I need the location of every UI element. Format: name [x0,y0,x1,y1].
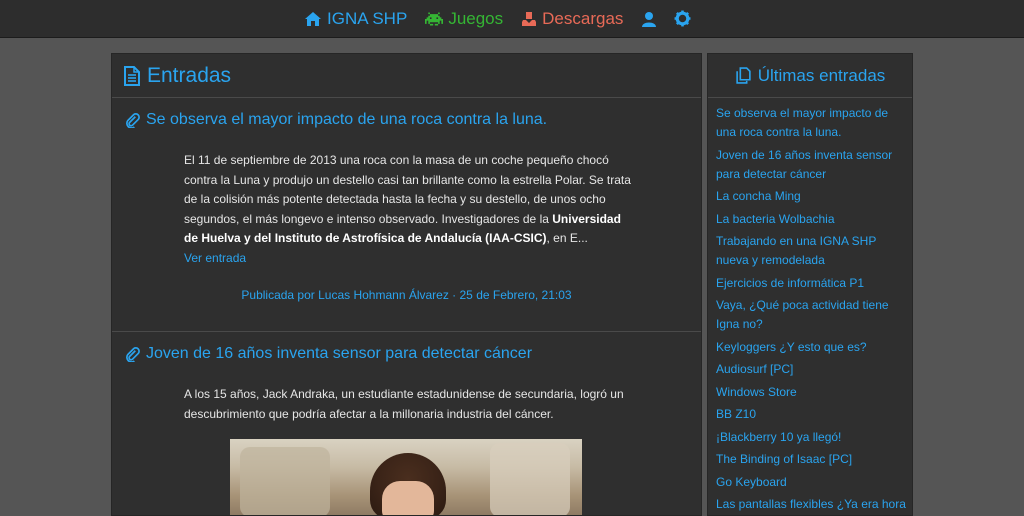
copy-documents-icon [736,67,751,84]
list-item[interactable]: Se observa el mayor impacto de una roca … [716,104,906,142]
paperclip-icon [126,346,140,362]
entries-header: Entradas [112,54,701,98]
download-tray-icon [522,11,537,26]
list-item[interactable]: Joven de 16 años inventa sensor para det… [716,146,906,184]
list-item[interactable]: The Binding of Isaac [PC] [716,450,906,469]
list-item[interactable]: ¡Blackberry 10 ya llegó! [716,428,906,447]
nav-downloads-link[interactable]: Descargas [521,9,623,29]
read-more-link[interactable]: Ver entrada [184,251,246,265]
post-excerpt-tail: , en E... [546,231,588,245]
post-meta[interactable]: Publicada por Lucas Hohmann Álvarez · 25… [112,288,701,302]
gear-icon [674,10,691,27]
list-item[interactable]: Ejercicios de informática P1 [716,274,906,293]
list-item[interactable]: Las pantallas flexibles ¿Ya era hora [716,495,906,514]
nav-downloads-label: Descargas [542,8,624,28]
nav-home-label: IGNA SHP [327,8,408,28]
post-title-row: Joven de 16 años inventa sensor para det… [112,332,701,363]
post-excerpt: A los 15 años, Jack Andraka, un estudian… [184,387,624,421]
post-title-row: Se observa el mayor impacto de una roca … [112,98,701,129]
post-excerpt: El 11 de septiembre de 2013 una roca con… [184,151,634,268]
list-item[interactable]: Audiosurf [PC] [716,360,906,379]
post-card: Joven de 16 años inventa sensor para det… [112,332,701,515]
user-icon [642,11,657,27]
sidebar-title: Últimas entradas [757,65,886,85]
post-card: Se observa el mayor impacto de una roca … [112,98,701,332]
list-item[interactable]: Go Keyboard [716,473,906,492]
post-photo [230,439,582,515]
list-item[interactable]: Windows Store [716,383,906,402]
latest-entries-list: Se observa el mayor impacto de una roca … [708,98,912,514]
list-item[interactable]: La bacteria Wolbachia [716,210,906,229]
document-icon [124,65,140,86]
paperclip-icon [126,112,140,128]
nav-home-link[interactable]: IGNA SHP [304,9,407,29]
list-item[interactable]: La concha Ming [716,187,906,206]
page-title: Entradas [147,63,232,87]
home-icon [305,11,321,26]
top-navbar: IGNA SHP Juegos Descargas [0,0,1024,38]
user-button[interactable] [641,11,662,27]
list-item[interactable]: Trabajando en una IGNA SHP nueva y remod… [716,232,906,270]
nav-games-label: Juegos [448,8,504,28]
nav-links: IGNA SHP Juegos Descargas [304,0,696,37]
post-title-link[interactable]: Joven de 16 años inventa sensor para det… [146,345,532,363]
nav-games-link[interactable]: Juegos [425,9,503,29]
entries-panel: Entradas Se observa el mayor impacto de … [111,53,702,516]
settings-button[interactable] [674,10,696,27]
list-item[interactable]: BB Z10 [716,405,906,424]
list-item[interactable]: Keyloggers ¿Y esto que es? [716,338,906,357]
latest-entries-sidebar: Últimas entradas Se observa el mayor imp… [707,53,913,516]
space-invader-icon [425,11,444,26]
post-title-link[interactable]: Se observa el mayor impacto de una roca … [146,111,547,129]
list-item[interactable]: Vaya, ¿Qué poca actividad tiene Igna no? [716,296,906,334]
sidebar-header: Últimas entradas [708,54,912,98]
